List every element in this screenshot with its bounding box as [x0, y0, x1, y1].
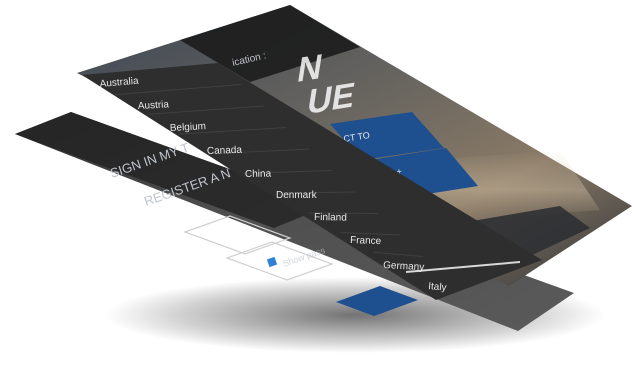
- list-item-label: Finland: [314, 212, 347, 224]
- list-item-label: China: [245, 169, 272, 180]
- list-item-label: Denmark: [276, 190, 318, 201]
- list-item-france[interactable]: France: [350, 235, 382, 247]
- show-password-checkbox[interactable]: [266, 256, 278, 268]
- list-item-belgium[interactable]: Belgium: [170, 121, 207, 134]
- list-item-italy[interactable]: Italy: [428, 281, 447, 294]
- list-item-label: France: [350, 235, 382, 247]
- list-item-denmark[interactable]: Denmark: [276, 190, 318, 201]
- list-item-label: Canada: [207, 145, 243, 157]
- mockup-svg: SIGN IN MY T REGISTER A N Show pass icat…: [15, 5, 632, 353]
- list-item-label: Austria: [138, 99, 170, 112]
- list-item-label: Belgium: [170, 121, 207, 134]
- list-item-label: Germany: [383, 260, 425, 273]
- mockup-scene: SIGN IN MY T REGISTER A N Show pass icat…: [0, 0, 635, 366]
- list-item-austria[interactable]: Austria: [138, 99, 170, 112]
- list-item-china[interactable]: China: [245, 169, 272, 180]
- list-item-label: Italy: [428, 281, 447, 294]
- list-item-finland[interactable]: Finland: [314, 212, 347, 224]
- list-item-germany[interactable]: Germany: [383, 260, 425, 273]
- list-item-canada[interactable]: Canada: [207, 145, 243, 157]
